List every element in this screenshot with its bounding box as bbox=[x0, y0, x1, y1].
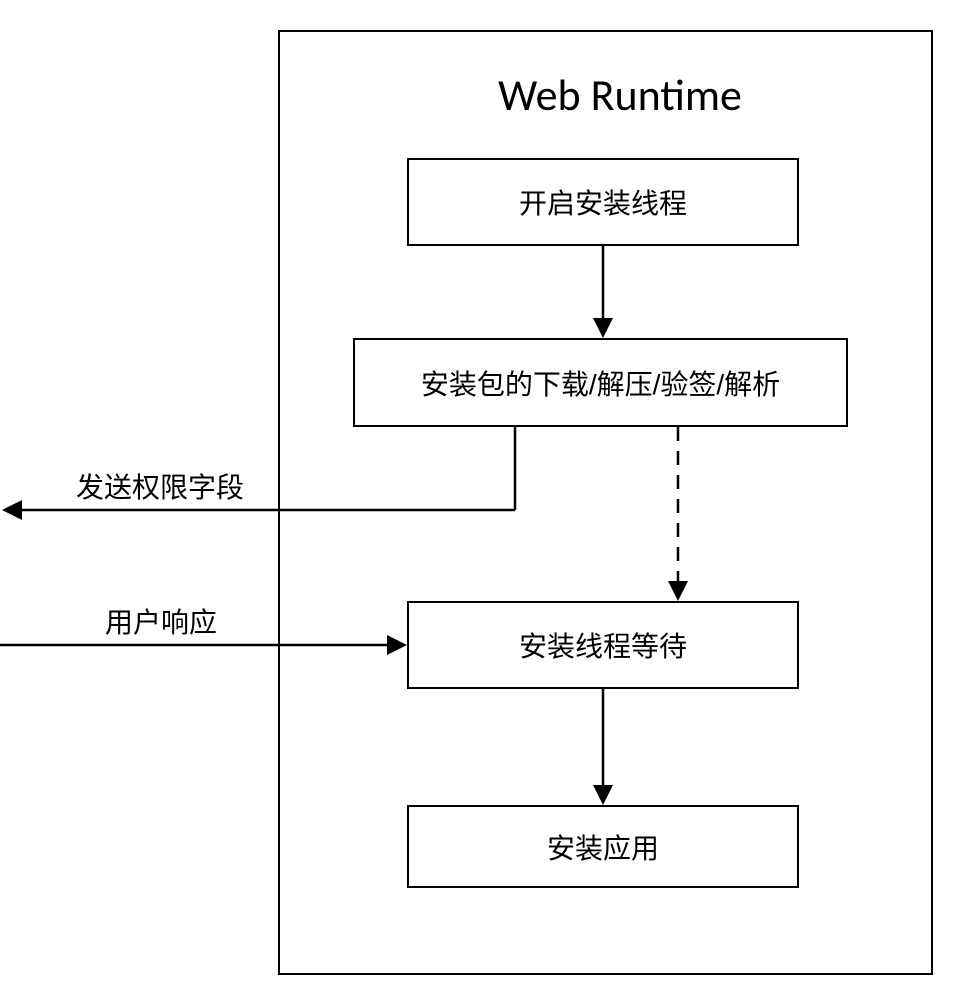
container-title: Web Runtime bbox=[480, 68, 760, 122]
node-download-extract-verify-parse: 安装包的下载/解压/验签/解析 bbox=[353, 338, 848, 427]
arrow-user-response-in bbox=[0, 640, 409, 660]
node-install-application: 安装应用 bbox=[407, 805, 799, 888]
label-user-response: 用户响应 bbox=[105, 601, 217, 641]
node-label: 开启安装线程 bbox=[519, 182, 687, 222]
node-label: 安装线程等待 bbox=[519, 625, 687, 665]
node-label: 安装包的下载/解压/验签/解析 bbox=[421, 363, 780, 403]
arrow-n2-n3-dashed bbox=[676, 427, 680, 603]
node-label: 安装应用 bbox=[547, 827, 659, 867]
arrow-n3-n4 bbox=[601, 689, 605, 807]
arrow-n1-n2 bbox=[601, 246, 605, 340]
node-install-thread-wait: 安装线程等待 bbox=[407, 601, 799, 689]
node-start-install-thread: 开启安装线程 bbox=[407, 158, 799, 246]
label-send-permission: 发送权限字段 bbox=[76, 466, 244, 506]
